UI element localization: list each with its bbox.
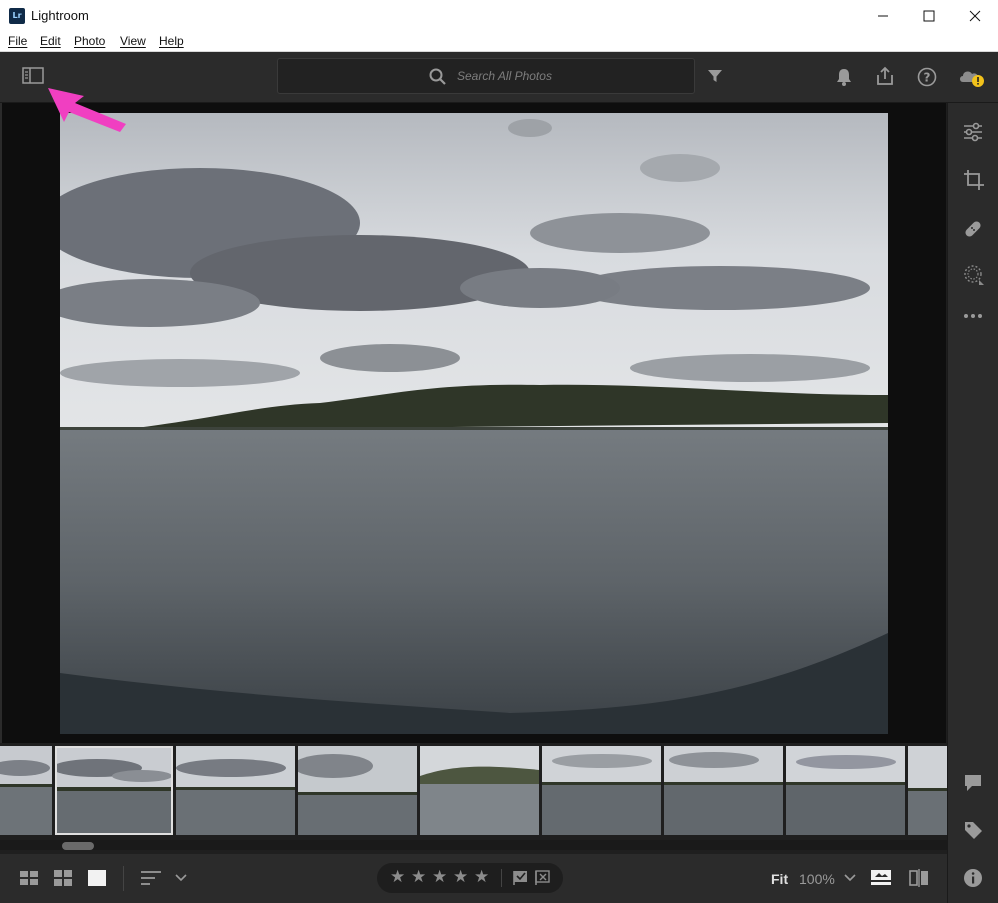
zoom-chevron-icon[interactable]	[844, 874, 856, 882]
filmstrip-thumbnail[interactable]	[176, 746, 295, 835]
menu-edit[interactable]: Edit	[40, 34, 61, 48]
share-icon[interactable]	[875, 66, 895, 86]
filmstrip-scroll-thumb[interactable]	[62, 842, 94, 850]
title-bar: Lr Lightroom	[0, 0, 998, 31]
rating-flag-group: ★ ★ ★ ★ ★	[377, 863, 563, 893]
maximize-button[interactable]	[906, 0, 952, 31]
rating-star-3[interactable]: ★	[432, 867, 447, 887]
filmstrip-thumbnail[interactable]	[542, 746, 661, 835]
menu-view[interactable]: View	[120, 34, 146, 48]
zoom-fit-button[interactable]: Fit	[771, 871, 788, 887]
flag-pick-icon[interactable]	[513, 870, 529, 886]
rating-star-4[interactable]: ★	[453, 867, 468, 887]
filmstrip-toggle-icon[interactable]	[871, 870, 891, 886]
menu-photo[interactable]: Photo	[74, 34, 105, 48]
menu-help[interactable]: Help	[159, 34, 184, 48]
svg-text:?: ?	[924, 71, 931, 85]
filter-icon[interactable]	[707, 68, 723, 84]
grid-view-icon[interactable]	[20, 871, 38, 885]
filmstrip-thumbnail[interactable]	[664, 746, 783, 835]
minimize-button[interactable]	[860, 0, 906, 31]
annotation-arrow	[48, 88, 126, 132]
more-icon[interactable]	[963, 313, 983, 319]
top-toolbar: Search All Photos ?	[0, 52, 998, 103]
sort-icon[interactable]	[141, 870, 161, 886]
filmstrip-thumbnail[interactable]	[0, 746, 52, 835]
search-icon	[429, 68, 446, 85]
filmstrip-thumbnail[interactable]	[786, 746, 905, 835]
help-icon[interactable]: ?	[917, 67, 937, 87]
flag-reject-icon[interactable]	[535, 870, 551, 886]
edit-sliders-icon[interactable]	[963, 122, 983, 142]
minimize-icon	[878, 15, 888, 16]
keyword-tag-icon[interactable]	[963, 820, 983, 840]
rating-star-1[interactable]: ★	[390, 867, 405, 887]
rating-star-5[interactable]: ★	[474, 867, 489, 887]
square-grid-view-icon[interactable]	[54, 870, 72, 886]
cloud-warning-icon[interactable]	[957, 66, 987, 88]
close-icon	[969, 10, 981, 21]
bottom-toolbar: ★ ★ ★ ★ ★ Fit 100%	[0, 854, 947, 903]
chevron-down-icon[interactable]	[175, 874, 187, 882]
main-photo[interactable]	[60, 113, 888, 734]
right-tool-panel	[947, 103, 998, 903]
filmstrip-scrollbar[interactable]	[0, 840, 947, 850]
healing-icon[interactable]	[962, 218, 984, 240]
filmstrip-thumbnail[interactable]	[298, 746, 417, 835]
masking-icon[interactable]	[963, 264, 985, 286]
bell-icon[interactable]	[835, 67, 853, 87]
menu-file[interactable]: File	[8, 34, 27, 48]
filmstrip-thumbnail[interactable]	[420, 746, 539, 835]
crop-icon[interactable]	[963, 169, 985, 191]
search-placeholder: Search All Photos	[457, 69, 552, 83]
comment-icon[interactable]	[963, 773, 983, 793]
zoom-percent-button[interactable]: 100%	[799, 871, 835, 887]
rating-divider	[501, 869, 502, 887]
photo-viewer	[2, 88, 946, 743]
rating-star-2[interactable]: ★	[411, 867, 426, 887]
filmstrip	[0, 743, 947, 854]
toolbar-divider	[123, 866, 124, 891]
compare-icon[interactable]	[909, 869, 929, 887]
lightroom-logo-icon: Lr	[9, 8, 25, 24]
maximize-icon	[923, 10, 935, 21]
menu-bar: File Edit Photo View Help	[0, 31, 998, 52]
info-icon[interactable]	[963, 868, 983, 888]
window-title: Lightroom	[31, 8, 89, 23]
search-box[interactable]: Search All Photos	[277, 58, 695, 94]
detail-view-icon[interactable]	[88, 870, 106, 886]
close-button[interactable]	[952, 0, 998, 31]
filmstrip-thumbnail-selected[interactable]	[55, 746, 173, 835]
panel-toggle-icon[interactable]	[22, 67, 44, 85]
filmstrip-thumbnail[interactable]	[908, 746, 947, 835]
